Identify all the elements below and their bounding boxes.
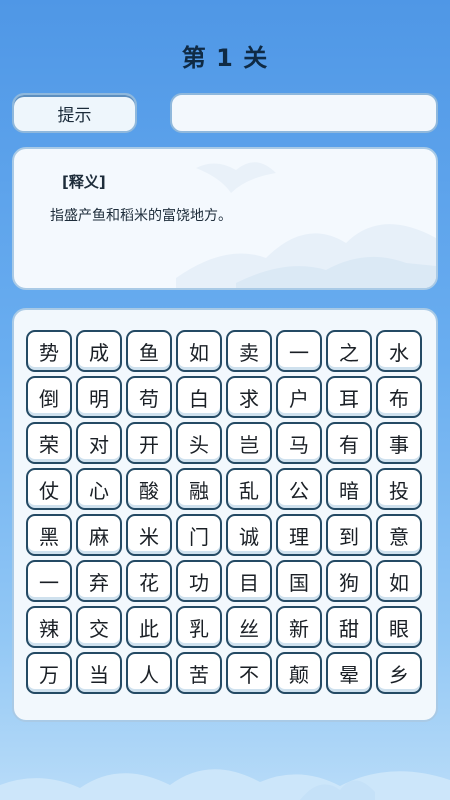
char-tile[interactable]: 倒 bbox=[26, 376, 72, 418]
char-tile[interactable]: 诚 bbox=[226, 514, 272, 556]
char-tile[interactable]: 心 bbox=[76, 468, 122, 510]
char-tile[interactable]: 势 bbox=[26, 330, 72, 372]
char-tile[interactable]: 酸 bbox=[126, 468, 172, 510]
char-tile[interactable]: 暗 bbox=[326, 468, 372, 510]
char-tile[interactable]: 求 bbox=[226, 376, 272, 418]
char-tile[interactable]: 荣 bbox=[26, 422, 72, 464]
level-title: 第 1 关 bbox=[181, 44, 269, 72]
char-tile[interactable]: 事 bbox=[376, 422, 422, 464]
char-tile[interactable]: 岂 bbox=[226, 422, 272, 464]
char-tile[interactable]: 万 bbox=[26, 652, 72, 694]
char-tile[interactable]: 不 bbox=[226, 652, 272, 694]
char-tile[interactable]: 功 bbox=[176, 560, 222, 602]
char-tile[interactable]: 苟 bbox=[126, 376, 172, 418]
char-tile[interactable]: 乡 bbox=[376, 652, 422, 694]
char-tile[interactable]: 对 bbox=[76, 422, 122, 464]
char-tile[interactable]: 一 bbox=[276, 330, 322, 372]
char-tile[interactable]: 开 bbox=[126, 422, 172, 464]
char-tile[interactable]: 耳 bbox=[326, 376, 372, 418]
character-grid-panel: 势成鱼如卖一之水倒明苟白求户耳布荣对开头岂马有事仗心酸融乱公暗投黑麻米门诚理到意… bbox=[12, 308, 438, 722]
char-tile[interactable]: 米 bbox=[126, 514, 172, 556]
char-tile[interactable]: 布 bbox=[376, 376, 422, 418]
char-tile[interactable]: 卖 bbox=[226, 330, 272, 372]
char-tile[interactable]: 马 bbox=[276, 422, 322, 464]
char-tile[interactable]: 此 bbox=[126, 606, 172, 648]
char-tile[interactable]: 门 bbox=[176, 514, 222, 556]
char-tile[interactable]: 颠 bbox=[276, 652, 322, 694]
char-tile[interactable]: 新 bbox=[276, 606, 322, 648]
char-tile[interactable]: 黑 bbox=[26, 514, 72, 556]
char-tile[interactable]: 如 bbox=[176, 330, 222, 372]
hint-button[interactable]: 提示 bbox=[12, 93, 137, 133]
char-tile[interactable]: 晕 bbox=[326, 652, 372, 694]
char-tile[interactable]: 一 bbox=[26, 560, 72, 602]
char-tile[interactable]: 乳 bbox=[176, 606, 222, 648]
char-tile[interactable]: 乱 bbox=[226, 468, 272, 510]
char-tile[interactable]: 目 bbox=[226, 560, 272, 602]
char-tile[interactable]: 辣 bbox=[26, 606, 72, 648]
char-tile[interactable]: 苦 bbox=[176, 652, 222, 694]
definition-panel: [释义] 指盛产鱼和稻米的富饶地方。 bbox=[12, 147, 438, 290]
char-tile[interactable]: 当 bbox=[76, 652, 122, 694]
char-tile[interactable]: 鱼 bbox=[126, 330, 172, 372]
char-tile[interactable]: 花 bbox=[126, 560, 172, 602]
char-tile[interactable]: 甜 bbox=[326, 606, 372, 648]
character-grid: 势成鱼如卖一之水倒明苟白求户耳布荣对开头岂马有事仗心酸融乱公暗投黑麻米门诚理到意… bbox=[26, 330, 422, 694]
answer-input-box[interactable] bbox=[170, 93, 438, 133]
char-tile[interactable]: 意 bbox=[376, 514, 422, 556]
char-tile[interactable]: 白 bbox=[176, 376, 222, 418]
char-tile[interactable]: 仗 bbox=[26, 468, 72, 510]
char-tile[interactable]: 麻 bbox=[76, 514, 122, 556]
char-tile[interactable]: 户 bbox=[276, 376, 322, 418]
char-tile[interactable]: 眼 bbox=[376, 606, 422, 648]
char-tile[interactable]: 头 bbox=[176, 422, 222, 464]
char-tile[interactable]: 如 bbox=[376, 560, 422, 602]
char-tile[interactable]: 成 bbox=[76, 330, 122, 372]
definition-text: 指盛产鱼和稻米的富饶地方。 bbox=[50, 208, 232, 224]
char-tile[interactable]: 到 bbox=[326, 514, 372, 556]
char-tile[interactable]: 狗 bbox=[326, 560, 372, 602]
definition-label: [释义] bbox=[62, 173, 106, 191]
char-tile[interactable]: 有 bbox=[326, 422, 372, 464]
char-tile[interactable]: 理 bbox=[276, 514, 322, 556]
char-tile[interactable]: 水 bbox=[376, 330, 422, 372]
char-tile[interactable]: 人 bbox=[126, 652, 172, 694]
char-tile[interactable]: 公 bbox=[276, 468, 322, 510]
char-tile[interactable]: 丝 bbox=[226, 606, 272, 648]
hint-button-label: 提示 bbox=[57, 105, 92, 126]
char-tile[interactable]: 投 bbox=[376, 468, 422, 510]
char-tile[interactable]: 弃 bbox=[76, 560, 122, 602]
char-tile[interactable]: 国 bbox=[276, 560, 322, 602]
char-tile[interactable]: 融 bbox=[176, 468, 222, 510]
bottom-mountain-decoration bbox=[0, 769, 450, 800]
char-tile[interactable]: 之 bbox=[326, 330, 372, 372]
char-tile[interactable]: 明 bbox=[76, 376, 122, 418]
char-tile[interactable]: 交 bbox=[76, 606, 122, 648]
